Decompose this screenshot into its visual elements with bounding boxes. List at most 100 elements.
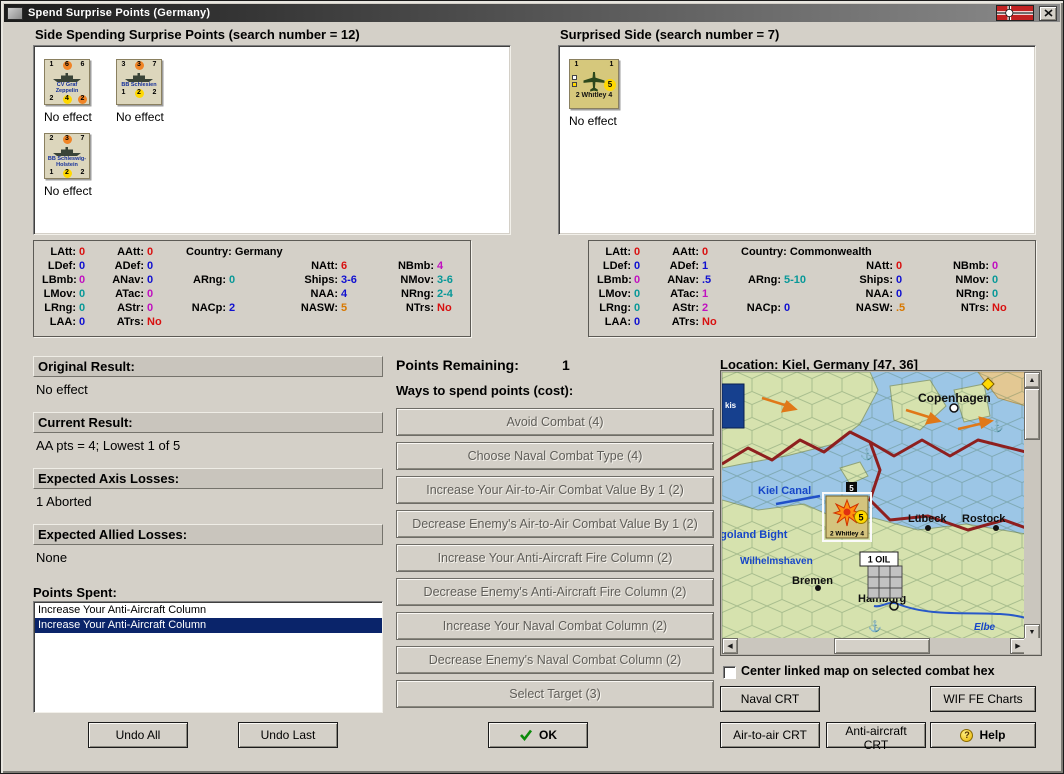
unit-counter[interactable]: 1 6 6 CV Graf Zeppelin 2 4 2 xyxy=(44,59,90,105)
close-button[interactable] xyxy=(1039,5,1057,21)
map[interactable]: kis ⚓ ⚓ ⚓ Copenhagen Kiel Canal Lübeck R… xyxy=(722,372,1026,640)
undo-all-button[interactable]: Undo All xyxy=(88,722,188,748)
unit-name: 2 Whitley 4 xyxy=(575,92,613,99)
help-button[interactable]: ? Help xyxy=(930,722,1036,748)
stat-nbmb: NBmb: 4 xyxy=(397,260,444,272)
close-icon xyxy=(1043,9,1053,17)
spend-button[interactable]: Select Target (3) xyxy=(396,680,714,708)
air-to-air-crt-button[interactable]: Air-to-air CRT xyxy=(720,722,820,748)
explosion-core xyxy=(843,508,851,516)
stat-lrng: LRng: 0 xyxy=(44,302,86,314)
result-section-value: No effect xyxy=(36,382,88,397)
result-section-header: Expected Allied Losses: xyxy=(33,524,383,545)
stat-naa: NAA: 4 xyxy=(310,288,348,300)
stat-atrs: ATrs: No xyxy=(671,316,717,328)
spender-units-panel: 1 6 6 CV Graf Zeppelin 2 4 2 No effect 3 3 7 BB Sch… xyxy=(33,45,511,235)
anchor-icon: ⚓ xyxy=(990,420,1004,433)
spend-button[interactable]: Decrease Enemy's Anti-Aircraft Fire Colu… xyxy=(396,578,714,606)
stat-aatt: AAtt: 0 xyxy=(672,246,709,258)
unit-counter[interactable]: 2 3 7 BB Schleswig-Holstein 1 2 2 xyxy=(44,133,90,179)
spend-button[interactable]: Decrease Enemy's Naval Combat Column (2) xyxy=(396,646,714,674)
spend-button[interactable]: Avoid Combat (4) xyxy=(396,408,714,436)
unit-cell: 3 3 7 BB Schlesien 1 2 2 No effect xyxy=(116,59,174,124)
stat-nmov: NMov: 3-6 xyxy=(400,274,453,286)
stat-ships: Ships: 3-6 xyxy=(304,274,357,286)
map-frame: kis ⚓ ⚓ ⚓ Copenhagen Kiel Canal Lübeck R… xyxy=(720,370,1042,656)
unit-result: No effect xyxy=(44,184,92,198)
stack-size-chip: 5 xyxy=(846,482,857,493)
stat-latt: LAtt: 0 xyxy=(50,246,86,258)
points-spent-list[interactable]: Increase Your Anti-Aircraft Column Increa… xyxy=(33,601,383,713)
spend-button[interactable]: Increase Your Naval Combat Column (2) xyxy=(396,612,714,640)
map-scroll-left-button[interactable]: ◀ xyxy=(722,638,738,654)
stat-nmov: NMov: 0 xyxy=(955,274,999,286)
unit-cell: 112 Whitley 4 5 No effect xyxy=(569,59,627,128)
combat-hex-counter[interactable]: 5 2 Whitley 4 xyxy=(822,492,872,542)
naval-crt-button[interactable]: Naval CRT xyxy=(720,686,820,712)
stat-lmov: LMov: 0 xyxy=(598,288,641,300)
points-spent-label: Points Spent: xyxy=(33,585,117,600)
stat-latt: LAtt: 0 xyxy=(605,246,641,258)
help-icon-glyph: ? xyxy=(964,730,970,740)
points-spent-item[interactable]: Increase Your Anti-Aircraft Column xyxy=(35,618,382,633)
ok-label: OK xyxy=(539,728,557,742)
stat-laa: LAA: 0 xyxy=(49,316,86,328)
map-hscroll-thumb[interactable] xyxy=(834,638,930,654)
window-icon xyxy=(7,6,23,20)
ok-button[interactable]: OK xyxy=(488,722,588,748)
stat-lbmb: LBmb: 0 xyxy=(42,274,86,286)
stack-chip-value: 5 xyxy=(849,484,854,493)
spend-button[interactable]: Decrease Enemy's Air-to-Air Combat Value… xyxy=(396,510,714,538)
spender-unit-list: 1 6 6 CV Graf Zeppelin 2 4 2 No effect 3 3 7 BB Sch… xyxy=(36,50,196,198)
stat-lmov: LMov: 0 xyxy=(43,288,86,300)
surprised-stats-box: LAtt: 0 LDef: 0 LBmb: 0 LMov: 0 LRng: 0 LAA: 0 AAtt:… xyxy=(588,240,1036,337)
stat-nrng: NRng: 0 xyxy=(956,288,999,300)
spend-button[interactable]: Increase Your Air-to-Air Combat Value By… xyxy=(396,476,714,504)
stat-ldef: LDef: 0 xyxy=(602,260,641,272)
stat-atrs: ATrs: No xyxy=(116,316,162,328)
unit-name: CV Graf Zeppelin xyxy=(55,82,79,94)
pilot-marker xyxy=(572,75,577,80)
anti-aircraft-crt-button[interactable]: Anti-aircraft CRT xyxy=(826,722,926,752)
map-label-heligoland-bight: Heligoland Bight xyxy=(722,529,788,541)
result-section-value: 1 Aborted xyxy=(36,494,92,509)
spend-button[interactable]: Choose Naval Combat Type (4) xyxy=(396,442,714,470)
stat-natt: NAtt: 0 xyxy=(866,260,903,272)
stat-astr: AStr: 0 xyxy=(117,302,154,314)
spend-button[interactable]: Increase Your Anti-Aircraft Fire Column … xyxy=(396,544,714,572)
undo-last-button[interactable]: Undo Last xyxy=(238,722,338,748)
stat-ldef: LDef: 0 xyxy=(47,260,86,272)
unit-cell: 1 6 6 CV Graf Zeppelin 2 4 2 No effect xyxy=(44,59,102,124)
stat-lbmb: LBmb: 0 xyxy=(597,274,641,286)
map-label-kiel-canal: Kiel Canal xyxy=(758,485,811,497)
stat-nasw: NASW: .5 xyxy=(855,302,906,314)
sea-area-box: kis xyxy=(722,383,745,429)
stat-ships: Ships: 0 xyxy=(859,274,903,286)
map-label-bremen: Bremen xyxy=(792,575,833,587)
surprised-unit-list: 112 Whitley 4 5 No effect xyxy=(561,50,721,128)
stat-arng: ARng: 0 xyxy=(193,274,236,286)
stat-adef: ADef: 0 xyxy=(114,260,154,272)
fuel-marker xyxy=(572,82,577,87)
map-label-elbe: Elbe xyxy=(974,622,996,633)
title-bar[interactable]: Spend Surprise Points (Germany) xyxy=(4,4,1060,22)
result-section-value: None xyxy=(36,550,68,565)
stat-naa: NAA: 0 xyxy=(865,288,903,300)
stat-arng: ARng: 5-10 xyxy=(748,274,807,286)
points-remaining-value: 1 xyxy=(562,357,570,373)
unit-counter[interactable]: 3 3 7 BB Schlesien 1 2 2 xyxy=(116,59,162,105)
points-spent-item[interactable]: Increase Your Anti-Aircraft Column xyxy=(35,603,382,618)
stat-anav: ANav: 0 xyxy=(112,274,154,286)
unit-counter[interactable]: 112 Whitley 45 xyxy=(569,59,619,109)
stat-nacp: NACp: 0 xyxy=(746,302,791,314)
map-horizontal-scrollbar[interactable]: ◀ ▶ xyxy=(722,638,1026,654)
center-map-checkbox[interactable] xyxy=(723,666,736,679)
aircraft-icon xyxy=(583,71,605,92)
wif-fe-charts-button[interactable]: WIF FE Charts xyxy=(930,686,1036,712)
map-vertical-scrollbar[interactable]: ▲ ▼ xyxy=(1024,372,1040,640)
map-vscroll-thumb[interactable] xyxy=(1024,388,1040,440)
surprised-section-header: Surprised Side (search number = 7) xyxy=(560,27,780,42)
result-section-value: AA pts = 4; Lowest 1 of 5 xyxy=(36,438,181,453)
stat-adef: ADef: 1 xyxy=(669,260,709,272)
map-scroll-up-button[interactable]: ▲ xyxy=(1024,372,1040,388)
